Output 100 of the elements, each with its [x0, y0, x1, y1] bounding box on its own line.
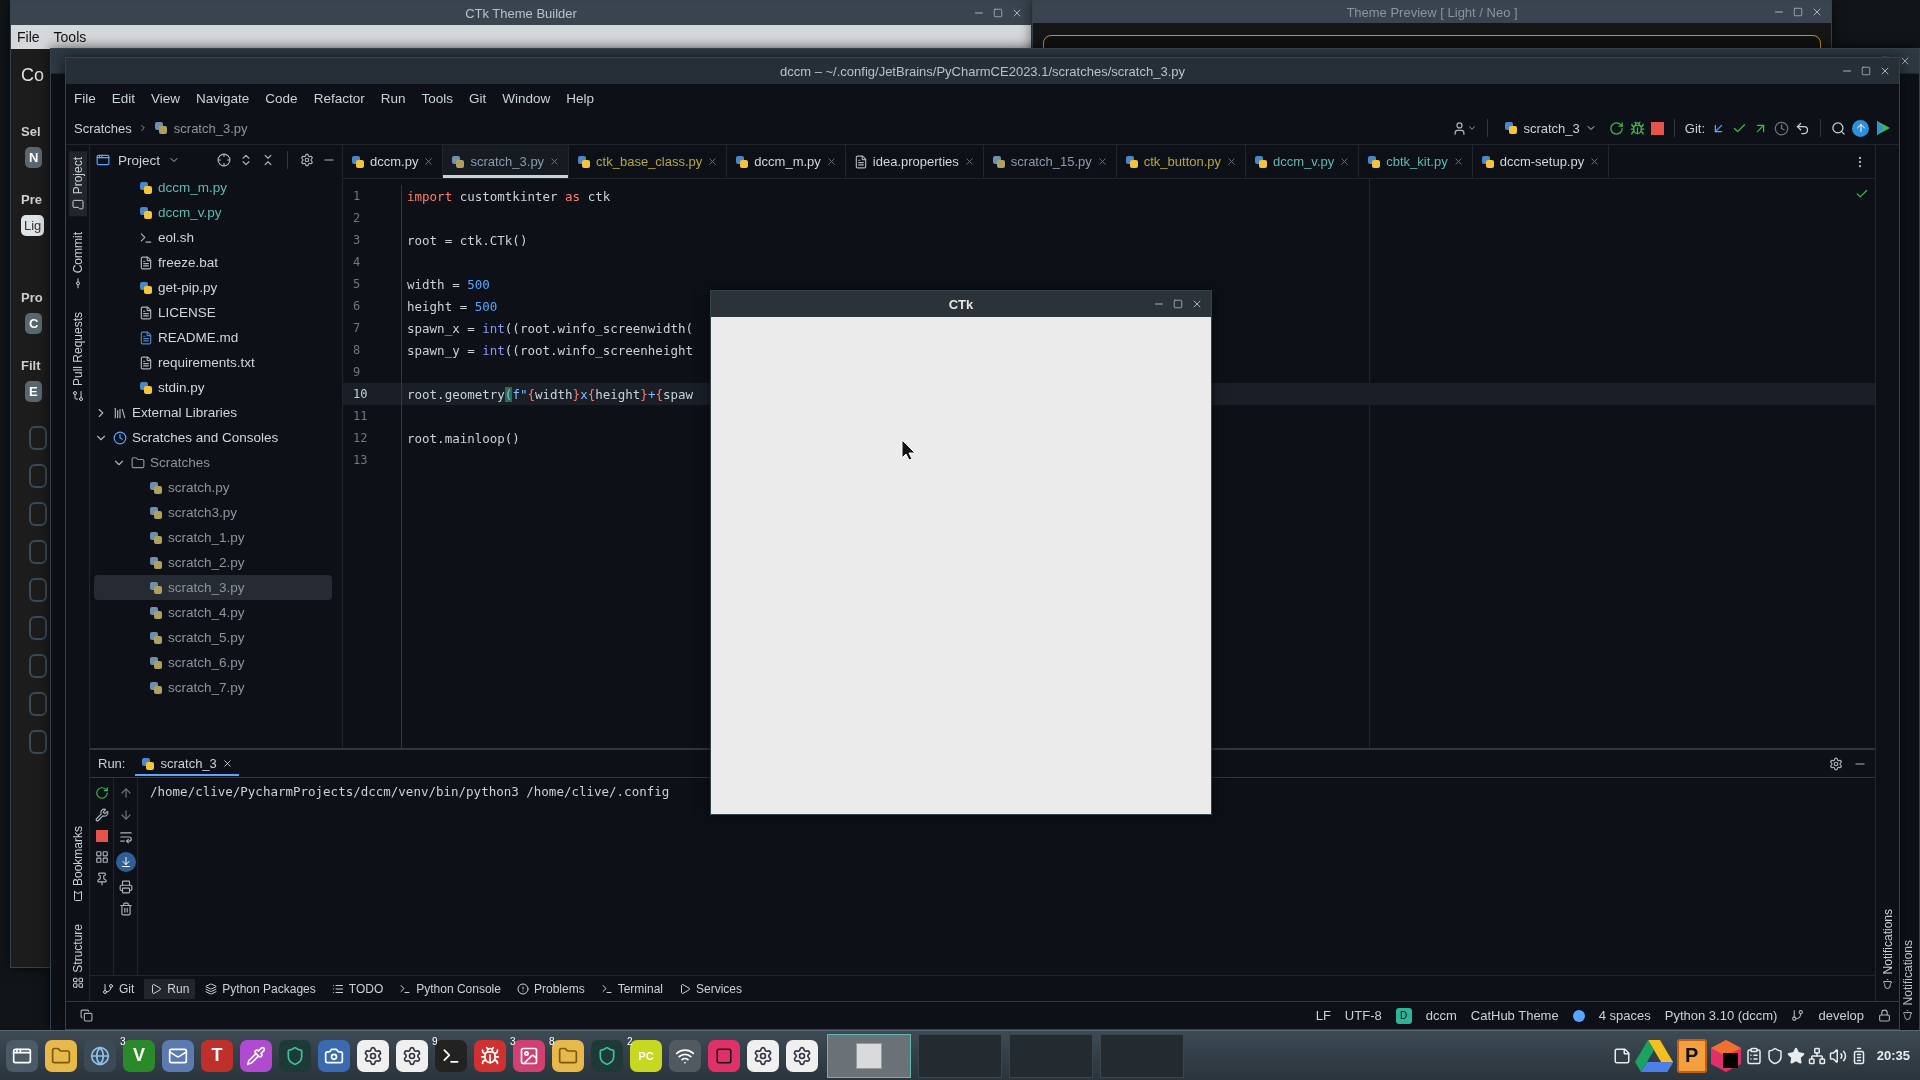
- breadcrumb[interactable]: Scratches: [74, 120, 132, 136]
- menu-item[interactable]: Window: [502, 90, 551, 106]
- line-number: 1: [352, 189, 362, 203]
- tree-item-label: scratch_6.py: [168, 655, 245, 670]
- menu-item[interactable]: Refactor: [313, 90, 365, 106]
- interpreter[interactable]: Python 3.10 (dccm): [1664, 1008, 1778, 1023]
- window-count: 8: [549, 1035, 555, 1047]
- section-label: Sel: [21, 124, 41, 139]
- menu-item[interactable]: Help: [566, 90, 594, 106]
- option-button[interactable]: N: [25, 147, 43, 168]
- tree-item-label: External Libraries: [132, 405, 238, 420]
- tool-window-tab[interactable]: Bookmarks: [68, 820, 87, 909]
- tab-label: scratch_3.py: [470, 154, 545, 169]
- option-button[interactable]: C: [25, 313, 43, 334]
- tool-window-button[interactable]: Python Console: [393, 978, 507, 999]
- editor-tab[interactable]: idea.properties: [845, 145, 984, 178]
- menu-item[interactable]: Run: [380, 90, 406, 106]
- tree-item-label: eol.sh: [158, 230, 195, 245]
- tree-item[interactable]: scratch_3.py: [94, 575, 332, 600]
- tree-item-label: scratch_1.py: [168, 530, 245, 545]
- tool-window-button[interactable]: Git: [96, 978, 141, 999]
- line-number: 3: [352, 233, 362, 247]
- breadcrumb[interactable]: scratch_3.py: [173, 120, 248, 136]
- line-separator[interactable]: LF: [1315, 1008, 1331, 1023]
- menu-item[interactable]: Tools: [421, 90, 453, 106]
- tool-window-button[interactable]: Problems: [510, 978, 591, 999]
- menu-item[interactable]: View: [151, 90, 181, 106]
- tree-item[interactable]: dccm_v.py: [94, 200, 332, 225]
- editor-tab[interactable]: cbtk_kit.py: [1359, 145, 1473, 178]
- tool-window-button[interactable]: TODO: [325, 978, 390, 999]
- window-title: Theme Preview [ Light / Neo ]: [1346, 4, 1518, 20]
- tray-app[interactable]: P: [1676, 1038, 1707, 1073]
- encoding[interactable]: UTF-8: [1344, 1008, 1382, 1023]
- window-heading: Co: [21, 65, 44, 86]
- tree-item-label: scratch_3.py: [168, 580, 245, 595]
- notifications-tab[interactable]: Notifications: [1898, 933, 1917, 1026]
- tree-item-label: freeze.bat: [158, 255, 219, 270]
- tree-item[interactable]: External Libraries: [94, 400, 332, 425]
- tree-item[interactable]: scratch.py: [94, 475, 332, 500]
- tree-item[interactable]: scratch_6.py: [94, 650, 332, 675]
- tree-item-label: get-pip.py: [158, 280, 218, 295]
- tool-window-button[interactable]: Run: [144, 978, 196, 999]
- tree-item[interactable]: Scratches and Consoles: [94, 425, 332, 450]
- tree-item-label: dccm_v.py: [158, 205, 222, 220]
- tree-item[interactable]: README.md: [94, 325, 332, 350]
- tree-item[interactable]: get-pip.py: [94, 275, 332, 300]
- run-config-dropdown[interactable]: scratch_3: [1498, 120, 1603, 136]
- tree-item[interactable]: freeze.bat: [94, 250, 332, 275]
- tree-item[interactable]: scratch3.py: [94, 500, 332, 525]
- tree-item[interactable]: scratch_7.py: [94, 675, 332, 700]
- run-tab[interactable]: scratch_3: [135, 751, 239, 776]
- tree-item[interactable]: Scratches: [94, 450, 332, 475]
- menu-item[interactable]: Navigate: [196, 90, 250, 106]
- taskbar-app[interactable]: T: [201, 1039, 233, 1072]
- tree-item[interactable]: requirements.txt: [94, 350, 332, 375]
- editor-tab[interactable]: dccm-setup.py: [1472, 145, 1610, 178]
- menu-item[interactable]: Code: [265, 90, 298, 106]
- panel-title[interactable]: Project: [118, 152, 161, 168]
- tree-item[interactable]: scratch_1.py: [94, 525, 332, 550]
- tree-item[interactable]: stdin.py: [94, 375, 332, 400]
- editor-tab[interactable]: ctk_base_class.py: [569, 145, 728, 178]
- project-name[interactable]: dccm: [1425, 1008, 1457, 1023]
- editor-tab[interactable]: dccm_m.py: [727, 145, 846, 178]
- tree-item-label: scratch_5.py: [168, 630, 245, 645]
- editor-tab[interactable]: scratch_15.py: [983, 145, 1117, 178]
- menu-item[interactable]: File: [17, 29, 40, 45]
- tool-window-tab[interactable]: Structure: [68, 918, 87, 995]
- tool-window-tab[interactable]: Commit: [68, 226, 87, 296]
- tool-window-button[interactable]: Terminal: [594, 978, 669, 999]
- window-count: 3: [120, 1035, 126, 1047]
- tool-window-tab[interactable]: Pull Requests: [68, 305, 87, 408]
- git-branch[interactable]: develop: [1818, 1008, 1864, 1023]
- tool-window-button[interactable]: Python Packages: [199, 978, 322, 999]
- menu-item[interactable]: Edit: [111, 90, 136, 106]
- menu-item[interactable]: File: [74, 90, 96, 106]
- tree-item[interactable]: eol.sh: [94, 225, 332, 250]
- tab-label: scratch_15.py: [1010, 154, 1092, 169]
- preset-field[interactable]: Lig: [21, 215, 45, 236]
- menu-item[interactable]: Git: [468, 90, 487, 106]
- menu-item[interactable]: Tools: [53, 29, 87, 45]
- editor-tab[interactable]: dccm_v.py: [1246, 145, 1360, 178]
- tree-item[interactable]: scratch_5.py: [94, 625, 332, 650]
- tree-item[interactable]: scratch_4.py: [94, 600, 332, 625]
- notifications-tab[interactable]: Notifications: [1878, 902, 1897, 995]
- clock[interactable]: 20:35: [1876, 1048, 1910, 1063]
- window-count: 2: [627, 1035, 633, 1047]
- indent-setting[interactable]: 4 spaces: [1598, 1008, 1651, 1023]
- tool-window-tab[interactable]: Project: [68, 151, 87, 217]
- tree-item[interactable]: dccm_m.py: [94, 175, 332, 200]
- tree-item[interactable]: scratch_2.py: [94, 550, 332, 575]
- option-button[interactable]: E: [25, 381, 42, 402]
- window-count: 9: [432, 1035, 438, 1047]
- editor-tab[interactable]: scratch_3.py: [443, 145, 570, 178]
- editor-tab[interactable]: ctk_button.py: [1116, 145, 1247, 178]
- tree-item[interactable]: LICENSE: [94, 300, 332, 325]
- theme-name[interactable]: CatHub Theme: [1470, 1008, 1559, 1023]
- line-number: 10: [352, 387, 369, 401]
- line-number: 8: [352, 343, 362, 357]
- git-label: Git:: [1684, 120, 1705, 136]
- tool-window-button[interactable]: Services: [673, 978, 748, 999]
